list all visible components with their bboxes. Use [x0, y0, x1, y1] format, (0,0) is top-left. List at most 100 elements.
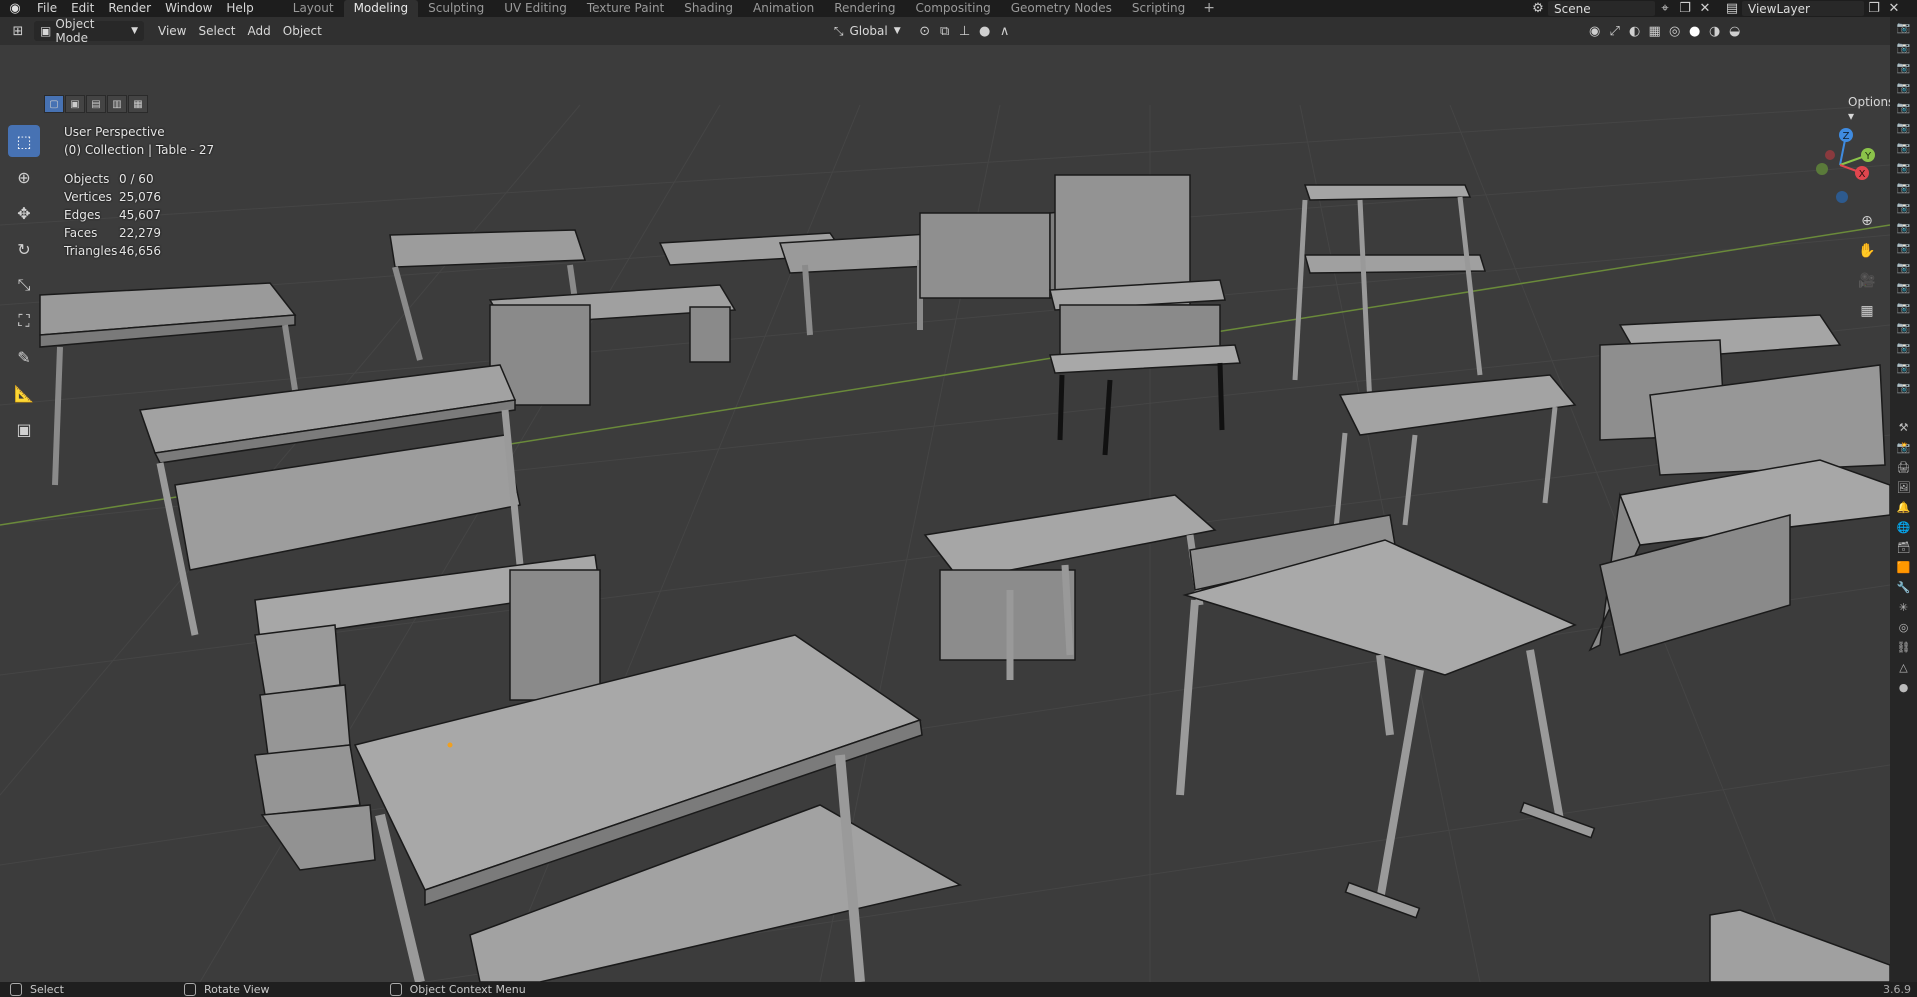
visibility-icon[interactable]: ◉ [1585, 21, 1605, 41]
camera-icon[interactable]: 📷 [1890, 57, 1917, 77]
camera-icon[interactable]: 📷 [1890, 97, 1917, 117]
camera-icon[interactable]: 📷 [1890, 157, 1917, 177]
camera-icon[interactable]: 📷 [1890, 177, 1917, 197]
camera-icon[interactable]: 📷 [1890, 277, 1917, 297]
duplicate-icon[interactable]: ❐ [1675, 0, 1695, 19]
menu-view[interactable]: View [152, 21, 192, 41]
add-workspace-button[interactable]: + [1195, 0, 1223, 17]
pin-icon[interactable]: ⌖ [1655, 0, 1675, 19]
gizmo-toggle-icon[interactable]: ⤢ [1605, 21, 1625, 41]
tab-uv-editing[interactable]: UV Editing [494, 0, 577, 17]
world-properties-icon[interactable]: 🌐 [1890, 517, 1917, 537]
camera-icon[interactable]: 📷 [1890, 237, 1917, 257]
menu-add[interactable]: Add [242, 21, 277, 41]
camera-icon[interactable]: 📷 [1890, 317, 1917, 337]
menu-help[interactable]: Help [219, 0, 260, 17]
camera-icon[interactable]: 📷 [1890, 137, 1917, 157]
tab-rendering[interactable]: Rendering [824, 0, 905, 17]
shading-solid-icon[interactable]: ● [1685, 21, 1705, 41]
select-extend-icon[interactable]: ▣ [65, 95, 85, 113]
data-properties-icon[interactable]: △ [1890, 657, 1917, 677]
pivot-icon[interactable]: ⊙ [915, 21, 935, 41]
camera-icon[interactable]: 📷 [1890, 197, 1917, 217]
camera-icon[interactable]: 📷 [1890, 337, 1917, 357]
measure-tool-icon[interactable]: 📐 [8, 377, 40, 409]
neg-y-axis-handle[interactable] [1816, 163, 1828, 175]
mode-dropdown[interactable]: ▣ Object Mode ▼ [34, 17, 144, 45]
view-layer-properties-icon[interactable]: 🖼 [1890, 477, 1917, 497]
tab-animation[interactable]: Animation [743, 0, 824, 17]
tab-shading[interactable]: Shading [674, 0, 743, 17]
orthographic-grid-icon[interactable]: ▦ [1856, 300, 1878, 322]
falloff-icon[interactable]: ∧ [995, 21, 1015, 41]
viewlayer-selector[interactable]: ▤ ViewLayer ❐ ✕ [1722, 0, 1917, 17]
menu-select[interactable]: Select [192, 21, 241, 41]
options-dropdown[interactable]: Options ▾ [1848, 95, 1890, 123]
material-properties-icon[interactable]: ● [1890, 677, 1917, 697]
scene-selector[interactable]: ⚙ Scene ⌖ ❐ ✕ [1528, 0, 1728, 17]
tab-modeling[interactable]: Modeling [343, 0, 419, 17]
close-icon[interactable]: ✕ [1695, 0, 1715, 19]
3d-viewport[interactable]: ▢ ▣ ▤ ▥ ▦ ⬚ ⊕ ✥ ↻ ⤡ ⛶ ✎ 📐 ▣ User Perspec… [0, 45, 1890, 982]
overlay-toggle-icon[interactable]: ◐ [1625, 21, 1645, 41]
tab-compositing[interactable]: Compositing [905, 0, 1000, 17]
tab-geometry-nodes[interactable]: Geometry Nodes [1001, 0, 1122, 17]
annotate-tool-icon[interactable]: ✎ [8, 341, 40, 373]
tool-properties-icon[interactable]: ⚒ [1890, 417, 1917, 437]
tab-texture-paint[interactable]: Texture Paint [577, 0, 674, 17]
scene-canvas[interactable] [0, 45, 1890, 982]
snap-icon[interactable]: ⧉ [935, 21, 955, 41]
shading-rendered-icon[interactable]: ◒ [1725, 21, 1745, 41]
tab-layout[interactable]: Layout [283, 0, 344, 17]
rotate-tool-icon[interactable]: ↻ [8, 233, 40, 265]
camera-icon[interactable]: 📷 [1890, 17, 1917, 37]
add-cube-tool-icon[interactable]: ▣ [8, 413, 40, 445]
camera-icon[interactable]: 📷 [1890, 297, 1917, 317]
select-intersect-icon[interactable]: ▦ [128, 95, 148, 113]
scale-tool-icon[interactable]: ⤡ [8, 269, 40, 301]
menu-object[interactable]: Object [277, 21, 328, 41]
menu-render[interactable]: Render [101, 0, 158, 17]
select-subtract-icon[interactable]: ▤ [86, 95, 106, 113]
scene-name-field[interactable]: Scene [1548, 1, 1655, 16]
camera-icon[interactable]: 📷 [1890, 117, 1917, 137]
particles-properties-icon[interactable]: ✳ [1890, 597, 1917, 617]
duplicate-viewlayer-icon[interactable]: ❐ [1864, 0, 1884, 19]
editor-type-icon[interactable]: ⊞ [8, 21, 28, 41]
neg-z-axis-handle[interactable] [1836, 191, 1848, 203]
tab-sculpting[interactable]: Sculpting [418, 0, 494, 17]
tab-scripting[interactable]: Scripting [1122, 0, 1195, 17]
camera-icon[interactable]: 📷 [1890, 357, 1917, 377]
camera-icon[interactable]: 📷 [1890, 377, 1917, 397]
snap-target-icon[interactable]: ⊥ [955, 21, 975, 41]
camera-icon[interactable]: 📷 [1890, 217, 1917, 237]
collection-properties-icon[interactable]: 🗃 [1890, 537, 1917, 557]
select-new-icon[interactable]: ▢ [44, 95, 64, 113]
render-properties-icon[interactable]: 📸 [1890, 437, 1917, 457]
move-tool-icon[interactable]: ✥ [8, 197, 40, 229]
object-properties-icon[interactable]: 🟧 [1890, 557, 1917, 577]
orientation-dropdown[interactable]: ⤡ Global ▼ [828, 21, 907, 41]
menu-file[interactable]: File [30, 0, 64, 17]
camera-icon[interactable]: 📷 [1890, 257, 1917, 277]
navigation-gizmo[interactable]: Z Y X [1800, 125, 1880, 205]
zoom-icon[interactable]: ⊕ [1856, 210, 1878, 232]
shading-material-icon[interactable]: ◑ [1705, 21, 1725, 41]
select-invert-icon[interactable]: ▥ [107, 95, 127, 113]
transform-tool-icon[interactable]: ⛶ [8, 305, 40, 337]
cursor-tool-icon[interactable]: ⊕ [8, 161, 40, 193]
scene-properties-icon[interactable]: 🔔 [1890, 497, 1917, 517]
neg-x-axis-handle[interactable] [1825, 150, 1835, 160]
select-box-tool-icon[interactable]: ⬚ [8, 125, 40, 157]
remove-viewlayer-icon[interactable]: ✕ [1884, 0, 1904, 19]
constraints-properties-icon[interactable]: ⛓ [1890, 637, 1917, 657]
xray-icon[interactable]: ▦ [1645, 21, 1665, 41]
shading-wireframe-icon[interactable]: ◎ [1665, 21, 1685, 41]
camera-icon[interactable]: 📷 [1890, 37, 1917, 57]
menu-edit[interactable]: Edit [64, 0, 101, 17]
blender-logo-icon[interactable]: ◉ [0, 0, 30, 17]
output-properties-icon[interactable]: 🖨 [1890, 457, 1917, 477]
proportional-edit-icon[interactable]: ● [975, 21, 995, 41]
camera-icon[interactable]: 📷 [1890, 77, 1917, 97]
pan-hand-icon[interactable]: ✋ [1856, 240, 1878, 262]
